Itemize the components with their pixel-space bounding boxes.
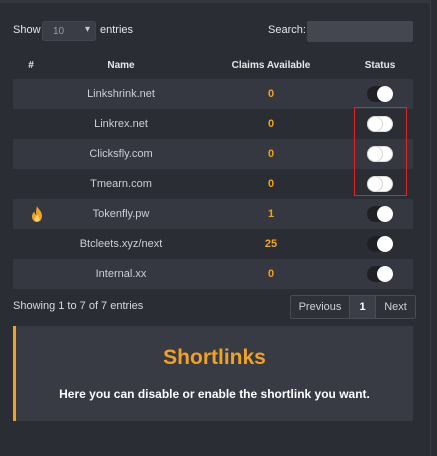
page-1-button[interactable]: 1 [350, 295, 376, 319]
pagination: Previous 1 Next [290, 295, 416, 319]
table-info: Showing 1 to 7 of 7 entries [13, 300, 144, 312]
claims-cell: 0 [267, 88, 275, 100]
table-row: Linkrex.net 0 [13, 109, 413, 139]
show-label: Show [13, 24, 41, 36]
claims-cell: 0 [267, 178, 275, 190]
search-label: Search: [268, 24, 306, 36]
info-card: Shortlinks Here you can disable or enabl… [13, 326, 413, 421]
highlight-box [354, 107, 407, 196]
claims-cell: 0 [267, 268, 275, 280]
name-cell: Internal.xx [95, 268, 147, 280]
table-row: Clicksfly.com 0 [13, 139, 413, 169]
top-divider [0, 0, 430, 3]
shortlinks-panel: Show 10 ▾ entries Search: # Name Claims … [0, 0, 431, 456]
row-num-cell [21, 259, 41, 289]
header-name[interactable]: Name [57, 60, 185, 71]
status-toggle[interactable] [367, 236, 393, 252]
search-input[interactable] [307, 21, 413, 42]
table-row: Linkshrink.net 0 [13, 79, 413, 109]
name-cell: Linkrex.net [94, 118, 148, 130]
fire-icon [32, 206, 42, 222]
row-num-cell [21, 199, 42, 229]
claims-cell: 1 [267, 208, 275, 220]
name-cell: Tmearn.com [90, 178, 152, 190]
status-toggle[interactable] [367, 86, 393, 102]
card-text: Here you can disable or enable the short… [59, 387, 370, 401]
next-button[interactable]: Next [376, 295, 416, 319]
toggle-knob [377, 236, 393, 252]
toggle-knob [377, 206, 393, 222]
row-num-cell [21, 79, 41, 109]
entries-label: entries [100, 24, 134, 36]
row-num-cell [21, 229, 41, 259]
header-claims[interactable]: Claims Available [210, 60, 332, 71]
row-num-cell [21, 139, 41, 169]
page-length-select[interactable]: 10 ▾ [42, 21, 96, 41]
claims-cell: 0 [267, 118, 275, 130]
page-length-value: 10 [53, 26, 65, 37]
table-header: # Name Claims Available Status [13, 54, 413, 78]
name-cell: Tokenfly.pw [92, 208, 150, 220]
table-row: Tokenfly.pw 1 [13, 199, 413, 229]
table-row: Btcleets.xyz/next 25 [13, 229, 413, 259]
name-cell: Clicksfly.com [89, 148, 153, 160]
header-status[interactable]: Status [348, 60, 412, 71]
table-row: Tmearn.com 0 [13, 169, 413, 199]
table-row: Internal.xx 0 [13, 259, 413, 289]
claims-cell: 25 [264, 238, 278, 250]
row-num-cell [21, 109, 41, 139]
header-num[interactable]: # [21, 60, 41, 71]
chevron-down-icon: ▾ [84, 24, 90, 35]
previous-button[interactable]: Previous [290, 295, 350, 319]
card-title: Shortlinks [163, 346, 266, 369]
toggle-knob [377, 266, 393, 282]
toggle-knob [377, 86, 393, 102]
claims-cell: 0 [267, 148, 275, 160]
status-toggle[interactable] [367, 266, 393, 282]
row-num-cell [21, 169, 41, 199]
name-cell: Btcleets.xyz/next [79, 238, 163, 250]
name-cell: Linkshrink.net [87, 88, 155, 100]
status-toggle[interactable] [367, 206, 393, 222]
